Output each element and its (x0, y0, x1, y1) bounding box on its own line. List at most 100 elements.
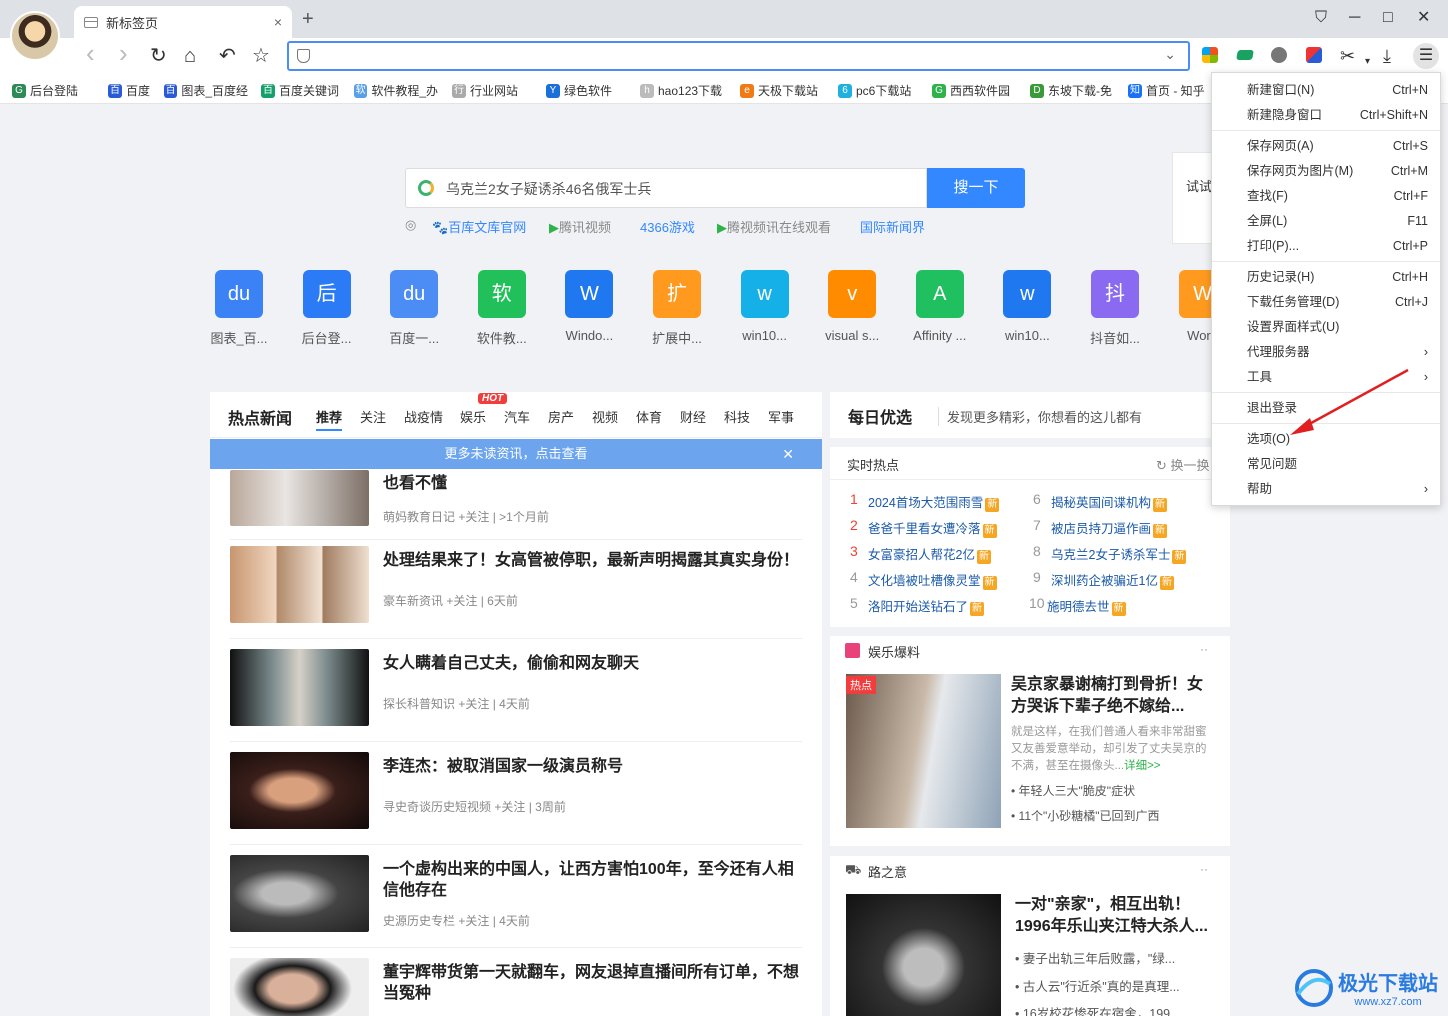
bookmark-item[interactable]: D 东坡下载-免 (1030, 82, 1114, 99)
tab-tech[interactable]: 科技 (724, 407, 750, 426)
hot-topic-link[interactable]: 深圳药企被骗近1亿新 (1051, 570, 1174, 590)
news-item-title[interactable]: 董宇辉带货第一天就翻车，网友退掉直播间所有订单，不想当冤种 (383, 962, 803, 1004)
bookmark-item[interactable]: 知首页 - 知乎 (1128, 82, 1210, 99)
bookmark-item[interactable]: Y 绿色软件 (546, 82, 626, 99)
tab-recommend[interactable]: 推荐 (316, 407, 343, 431)
address-bar[interactable]: ⌄ (287, 41, 1190, 71)
road-headline[interactable]: 一对"亲家"，相互出轨！1996年乐山夹江特大杀人... (1015, 894, 1220, 938)
tab-close-button[interactable]: × (274, 14, 282, 30)
shortcut-tile[interactable]: du 图表_百... (204, 270, 274, 347)
shortcut-tile[interactable]: du 百度一... (379, 270, 449, 347)
menu-item[interactable]: 保存网页为图片(M) Ctrl+M (1212, 159, 1440, 184)
tab-finance[interactable]: 财经 (680, 407, 706, 426)
bookmark-item[interactable]: G 西西软件园 (932, 82, 1016, 99)
shortcut-tile[interactable]: A Affinity ... (905, 270, 975, 343)
search-button[interactable]: 搜一下 (927, 168, 1025, 208)
menu-item[interactable]: 新建窗口(N) Ctrl+N (1212, 78, 1440, 103)
road-bullet[interactable]: • 16岁校花惨死在宿舍，199... (1015, 1003, 1181, 1016)
menu-item[interactable]: 设置界面样式(U) (1212, 315, 1440, 340)
hot-topic-link[interactable]: 文化墙被吐槽像灵堂新 (868, 570, 997, 590)
hint-link[interactable]: ▶腾讯视频 (549, 217, 611, 236)
entertainment-bullet[interactable]: • 年轻人三大"脆皮"症状 (1011, 782, 1135, 799)
shortcut-tile[interactable]: w win10... (730, 270, 800, 343)
hint-link[interactable]: 🐾百库文库官网 (432, 217, 526, 236)
scissors-icon[interactable]: ✂ (1340, 44, 1355, 68)
shortcut-tile[interactable]: 软软件教... (467, 270, 537, 347)
menu-item[interactable]: 保存网页(A) Ctrl+S (1212, 134, 1440, 159)
news-item[interactable]: 李连杰：被取消国家一级演员称号 寻史奇谈历史短视频 +关注 | 3周前 (230, 742, 802, 845)
close-window-button[interactable]: ✕ (1417, 8, 1430, 28)
favorite-star-button[interactable]: ☆ (252, 44, 270, 68)
tab-new-tab[interactable]: 新标签页 × (74, 6, 292, 38)
news-item[interactable]: 处理结果来了！女高管被停职，最新声明揭露其真实身份！ 豪车新资讯 +关注 | 6… (230, 536, 802, 639)
download-icon[interactable]: ⤓ (1383, 44, 1391, 68)
shortcut-tile[interactable]: 扩扩展中... (642, 270, 712, 347)
hot-topic-link[interactable]: 洛阳开始送钻石了新 (868, 596, 985, 616)
extension-green-icon[interactable] (1236, 50, 1254, 60)
bookmark-item[interactable]: 百百度关键词 (261, 82, 341, 99)
refresh-button[interactable]: ↻ (150, 44, 167, 68)
bookmark-item[interactable]: h hao123下载 (640, 82, 726, 99)
camera-icon[interactable]: ◎ (405, 217, 416, 233)
shortcut-tile[interactable]: 抖抖音如... (1080, 270, 1150, 347)
news-item[interactable]: 女人瞒着自己丈夫，偷偷和网友聊天 探长科普知识 +关注 | 4天前 (230, 639, 802, 742)
more-menu-icon[interactable]: ·· (1200, 642, 1208, 656)
extension-cube-icon[interactable] (1306, 47, 1322, 63)
hot-topic-link[interactable]: 被店员持刀逼作画新 (1051, 518, 1168, 538)
tab-epidemic[interactable]: 战疫情 (404, 407, 443, 426)
hint-link[interactable]: ▶腾视频讯在线观看 (717, 217, 831, 236)
news-item-title[interactable]: 李连杰：被取消国家一级演员称号 (383, 756, 803, 777)
skin-icon[interactable]: ⛉ (1315, 8, 1327, 28)
new-tab-button[interactable]: + (302, 9, 314, 29)
tab-video[interactable]: 视频 (592, 407, 618, 426)
menu-button[interactable]: ☰ (1413, 43, 1439, 69)
tab-sports[interactable]: 体育 (636, 407, 662, 426)
minimize-button[interactable]: ─ (1349, 8, 1360, 28)
side-card[interactable]: 试试 (1172, 152, 1216, 244)
menu-item[interactable]: 打印(P)... Ctrl+P (1212, 234, 1440, 259)
home-button[interactable]: ⌂ (184, 44, 196, 68)
road-image[interactable] (846, 894, 1001, 1016)
user-avatar[interactable] (10, 11, 60, 61)
more-menu-icon[interactable]: ·· (1200, 862, 1208, 876)
windows-app-icon[interactable] (1202, 47, 1218, 63)
news-item-title[interactable]: 也看不懂 (383, 473, 803, 494)
news-item-title[interactable]: 女人瞒着自己丈夫，偷偷和网友聊天 (383, 653, 803, 674)
tab-follow[interactable]: 关注 (360, 407, 386, 426)
menu-item[interactable]: 帮助 › (1212, 477, 1440, 502)
shortcut-tile[interactable]: W Windo... (554, 270, 624, 343)
bookmark-item[interactable]: G 后台登陆 (12, 82, 92, 99)
hot-topic-link[interactable]: 2024首场大范围雨雪新 (868, 492, 1000, 512)
chevron-down-icon[interactable]: ⌄ (1164, 46, 1176, 63)
hot-topic-link[interactable]: 施明德去世新 (1047, 596, 1126, 616)
bookmark-item[interactable]: 行行业网站 (452, 82, 532, 99)
menu-item[interactable]: 新建隐身窗口 Ctrl+Shift+N (1212, 103, 1440, 128)
menu-item[interactable]: 查找(F) Ctrl+F (1212, 184, 1440, 209)
bookmark-item[interactable]: 百百度 (108, 82, 158, 99)
hot-topic-link[interactable]: 爸爸千里看女遭冷落新 (868, 518, 997, 538)
tab-auto[interactable]: 汽车 (504, 407, 530, 426)
search-input[interactable]: 乌克兰2女子疑诱杀46名俄军士兵 (446, 179, 651, 199)
refresh-link[interactable]: ↻ 换一换 (1156, 455, 1210, 474)
chevron-down-icon[interactable]: ▾ (1365, 50, 1370, 74)
search-box[interactable]: 乌克兰2女子疑诱杀46名俄军士兵 (405, 168, 927, 208)
hot-topic-link[interactable]: 女富豪招人帮花2亿新 (868, 544, 991, 564)
entertainment-headline[interactable]: 吴京家暴谢楠打到骨折！女方哭诉下辈子绝不嫁给... (1011, 674, 1216, 718)
back-button[interactable]: ‹ (86, 40, 95, 66)
news-item-title[interactable]: 处理结果来了！女高管被停职，最新声明揭露其真实身份！ (383, 550, 803, 571)
hint-link[interactable]: 4366游戏 (640, 217, 695, 236)
tab-military[interactable]: 军事 (768, 407, 794, 426)
tab-house[interactable]: 房产 (548, 407, 574, 426)
menu-item[interactable]: 全屏(L) F11 (1212, 209, 1440, 234)
forward-button[interactable]: › (119, 40, 128, 66)
bookmark-item[interactable]: 软软件教程_办 (354, 82, 438, 99)
hot-topic-link[interactable]: 揭秘英国间谍机构新 (1051, 492, 1168, 512)
shortcut-tile[interactable]: w win10... (992, 270, 1062, 343)
shortcut-tile[interactable]: 后后台登... (292, 270, 362, 347)
maximize-button[interactable]: □ (1383, 8, 1393, 28)
menu-item[interactable]: 历史记录(H) Ctrl+H (1212, 265, 1440, 290)
news-item[interactable]: 董宇辉带货第一天就翻车，网友退掉直播间所有订单，不想当冤种 (230, 948, 802, 1016)
menu-item[interactable]: 下载任务管理(D) Ctrl+J (1212, 290, 1440, 315)
entertainment-image[interactable] (846, 674, 1001, 828)
menu-item[interactable]: 常见问题 (1212, 452, 1440, 477)
